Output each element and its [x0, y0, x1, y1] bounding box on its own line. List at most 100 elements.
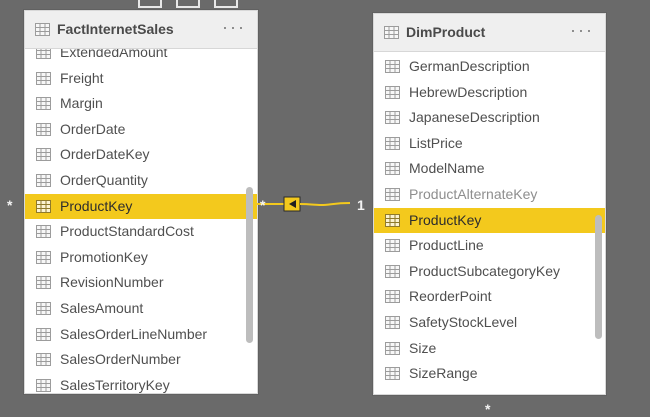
fact-field-row[interactable]: ProductStandardCost	[25, 219, 257, 245]
more-options-icon[interactable]: ···	[222, 18, 246, 36]
dim-field-row[interactable]: GermanDescription	[374, 54, 605, 80]
dim-table-title: DimProduct	[406, 24, 486, 40]
field-icon	[36, 71, 51, 85]
field-icon	[36, 122, 51, 136]
fact-field-row[interactable]: SalesOrderLineNumber	[25, 322, 257, 348]
fact-field-row[interactable]: OrderQuantity	[25, 168, 257, 194]
field-icon	[385, 162, 400, 176]
fact-field-label: OrderDateKey	[60, 146, 150, 163]
relationship-one-marker: 1	[357, 197, 365, 213]
table-icon	[35, 23, 50, 36]
dim-field-label: Size	[409, 339, 437, 356]
dim-field-label: HebrewDescription	[409, 83, 528, 100]
relationship-many-marker: *	[260, 197, 266, 213]
table-icon	[384, 26, 399, 39]
fact-field-label: ExtendedAmount	[60, 49, 168, 60]
fact-field-label: SalesAmount	[60, 299, 144, 316]
fact-table-header[interactable]: FactInternetSales ···	[25, 11, 257, 49]
field-icon	[385, 315, 400, 329]
fact-field-row[interactable]: SalesTerritoryKey	[25, 373, 257, 393]
fact-field-row[interactable]: OrderDateKey	[25, 142, 257, 168]
fact-field-row[interactable]: OrderDate	[25, 117, 257, 143]
field-icon	[36, 199, 51, 213]
fact-field-label: SalesOrderLineNumber	[60, 325, 208, 342]
dim-field-row[interactable]: ListPrice	[374, 131, 605, 157]
top-stub-2	[176, 0, 200, 8]
fact-field-row[interactable]: ProductKey	[25, 193, 257, 220]
dim-field-label: ListPrice	[409, 134, 463, 151]
field-icon	[385, 187, 400, 201]
fact-field-row[interactable]: PromotionKey	[25, 245, 257, 271]
fact-scrollbar[interactable]	[246, 187, 253, 343]
field-icon	[385, 239, 400, 253]
dim-scrollbar[interactable]	[595, 215, 602, 339]
field-icon	[385, 264, 400, 278]
fact-field-row[interactable]: SalesAmount	[25, 296, 257, 322]
fact-table-body[interactable]: ExtendedAmount Freight Margin OrderDate Orde…	[25, 49, 257, 393]
dim-field-row[interactable]: ProductSubcategoryKey	[374, 259, 605, 285]
field-icon	[385, 136, 400, 150]
fact-field-list: ExtendedAmount Freight Margin OrderDate Orde…	[25, 49, 257, 393]
fact-internet-sales-table-card[interactable]: FactInternetSales ··· ExtendedAmount Frei…	[24, 10, 258, 394]
dim-field-row[interactable]: ProductKey	[374, 207, 605, 234]
left-cardinality-marker: *	[7, 197, 13, 213]
fact-field-label: Freight	[60, 69, 104, 86]
field-icon	[36, 327, 51, 341]
dim-field-list: GermanDescription HebrewDescription Japane…	[374, 54, 605, 387]
fact-field-label: PromotionKey	[60, 248, 148, 265]
dim-field-label: SizeRange	[409, 365, 478, 382]
field-icon	[36, 250, 51, 264]
relationship-right-segment	[299, 202, 351, 207]
dim-field-label: GermanDescription	[409, 58, 530, 74]
dim-field-row[interactable]: SafetyStockLevel	[374, 310, 605, 336]
dim-field-label: ReorderPoint	[409, 288, 492, 305]
fact-field-row[interactable]: ExtendedAmount	[25, 49, 257, 66]
field-icon	[36, 301, 51, 315]
more-options-icon[interactable]: ···	[570, 21, 594, 39]
dim-field-row[interactable]: ReorderPoint	[374, 284, 605, 310]
relationship-arrow-box	[283, 196, 301, 212]
field-icon	[36, 148, 51, 162]
field-icon	[36, 378, 51, 392]
top-stub-3	[214, 0, 238, 8]
bottom-cardinality-marker: *	[485, 401, 491, 417]
dim-field-row[interactable]: Size	[374, 336, 605, 362]
top-relationship-stubs	[138, 0, 250, 8]
fact-field-label: Margin	[60, 95, 103, 112]
fact-field-label: SalesOrderNumber	[60, 351, 181, 368]
field-icon	[36, 353, 51, 367]
dim-field-row[interactable]: SizeRange	[374, 361, 605, 387]
dim-field-row[interactable]: JapaneseDescription	[374, 105, 605, 131]
dim-field-label: ModelName	[409, 160, 485, 177]
fact-field-row[interactable]: RevisionNumber	[25, 270, 257, 296]
dim-field-label: ProductKey	[409, 211, 482, 228]
dim-field-label: SafetyStockLevel	[409, 313, 518, 330]
relationship-arrow-icon	[289, 200, 296, 208]
fact-field-label: ProductKey	[60, 197, 133, 214]
field-icon	[385, 213, 400, 227]
field-icon	[36, 225, 51, 239]
top-stub-1	[138, 0, 162, 8]
dim-product-table-card[interactable]: DimProduct ··· GermanDescription HebrewDe…	[373, 13, 606, 395]
field-icon	[385, 111, 400, 125]
fact-field-label: ProductStandardCost	[60, 223, 194, 240]
field-icon	[385, 85, 400, 99]
fact-field-label: OrderQuantity	[60, 171, 148, 188]
dim-field-row[interactable]: ProductAlternateKey	[374, 182, 605, 208]
fact-field-row[interactable]: Freight	[25, 66, 257, 92]
dim-table-header[interactable]: DimProduct ···	[374, 14, 605, 52]
dim-field-label: ProductSubcategoryKey	[409, 262, 560, 279]
dim-field-row[interactable]: ProductLine	[374, 233, 605, 259]
field-icon	[385, 60, 400, 73]
fact-field-row[interactable]: SalesOrderNumber	[25, 347, 257, 373]
fact-field-row[interactable]: Margin	[25, 91, 257, 117]
field-icon	[36, 49, 51, 59]
fact-field-label: SalesTerritoryKey	[60, 376, 170, 393]
field-icon	[36, 173, 51, 187]
dim-table-body[interactable]: GermanDescription HebrewDescription Japane…	[374, 52, 605, 394]
dim-field-row[interactable]: HebrewDescription	[374, 80, 605, 106]
field-icon	[385, 341, 400, 355]
field-icon	[36, 276, 51, 290]
dim-field-row[interactable]: ModelName	[374, 156, 605, 182]
dim-field-label: ProductLine	[409, 237, 484, 254]
